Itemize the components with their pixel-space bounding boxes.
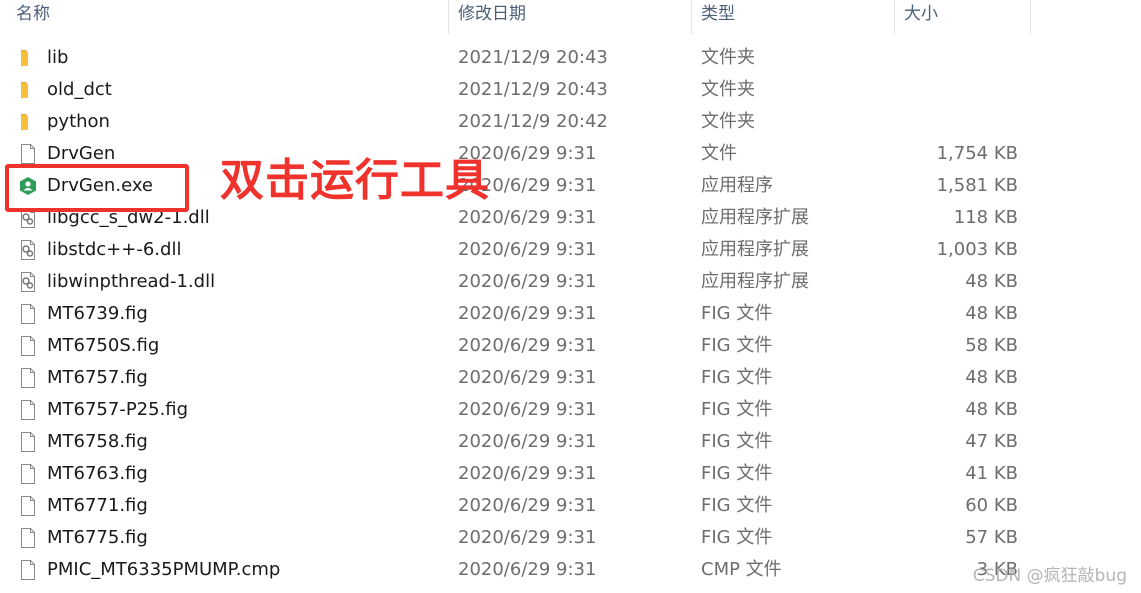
column-header-name[interactable]: 名称 [16, 0, 50, 34]
watermark: CSDN @疯狂敲bug [972, 566, 1127, 586]
file-type: 应用程序 [701, 175, 773, 196]
file-icon [18, 368, 38, 388]
file-size: 48 KB [965, 367, 1018, 388]
file-icon [18, 304, 38, 324]
file-row[interactable]: MT6757.fig 2020/6/29 9:31 FIG 文件 48 KB [0, 362, 1141, 394]
file-icon [18, 496, 38, 516]
file-row[interactable]: MT6771.fig 2020/6/29 9:31 FIG 文件 60 KB [0, 490, 1141, 522]
file-size: 58 KB [965, 335, 1018, 356]
file-name: libwinpthread-1.dll [47, 271, 216, 292]
column-header-date[interactable]: 修改日期 [458, 0, 526, 34]
file-type: 应用程序扩展 [701, 271, 809, 292]
file-type: 文件夹 [701, 79, 755, 100]
file-type: FIG 文件 [701, 431, 773, 452]
file-date: 2020/6/29 9:31 [458, 527, 597, 548]
file-size: 57 KB [965, 527, 1018, 548]
file-icon [18, 528, 38, 548]
file-type: FIG 文件 [701, 335, 773, 356]
file-size: 41 KB [965, 463, 1018, 484]
file-type: 应用程序扩展 [701, 239, 809, 260]
column-divider[interactable] [448, 0, 449, 34]
file-row[interactable]: old_dct 2021/12/9 20:43 文件夹 [0, 74, 1141, 106]
file-row[interactable]: MT6775.fig 2020/6/29 9:31 FIG 文件 57 KB [0, 522, 1141, 554]
file-type: FIG 文件 [701, 495, 773, 516]
file-type: 文件夹 [701, 111, 755, 132]
dll-icon [18, 272, 38, 292]
highlight-box [5, 164, 189, 212]
file-icon [18, 336, 38, 356]
file-type: 文件 [701, 143, 737, 164]
file-size: 118 KB [953, 207, 1018, 228]
file-size: 47 KB [965, 431, 1018, 452]
file-type: FIG 文件 [701, 367, 773, 388]
file-name: old_dct [47, 79, 112, 100]
folder-icon [18, 112, 38, 132]
file-name: libstdc++-6.dll [47, 239, 182, 260]
column-divider[interactable] [691, 0, 692, 34]
column-divider[interactable] [894, 0, 895, 34]
file-name: MT6758.fig [47, 431, 148, 452]
file-row[interactable]: python 2021/12/9 20:42 文件夹 [0, 106, 1141, 138]
file-type: FIG 文件 [701, 527, 773, 548]
file-name: MT6750S.fig [47, 335, 160, 356]
file-icon [18, 400, 38, 420]
file-name: lib [47, 47, 69, 68]
column-header: 名称 修改日期 类型 大小 [0, 0, 1141, 34]
file-icon [18, 144, 38, 164]
column-header-type[interactable]: 类型 [701, 0, 735, 34]
file-icon [18, 560, 38, 580]
file-date: 2020/6/29 9:31 [458, 495, 597, 516]
file-date: 2021/12/9 20:42 [458, 111, 608, 132]
file-type: 文件夹 [701, 47, 755, 68]
file-row[interactable]: MT6750S.fig 2020/6/29 9:31 FIG 文件 58 KB [0, 330, 1141, 362]
file-row[interactable]: lib 2021/12/9 20:43 文件夹 [0, 42, 1141, 74]
file-date: 2020/6/29 9:31 [458, 367, 597, 388]
file-name: PMIC_MT6335PMUMP.cmp [47, 559, 281, 580]
file-name: MT6757-P25.fig [47, 399, 189, 420]
file-size: 48 KB [965, 271, 1018, 292]
file-date: 2020/6/29 9:31 [458, 463, 597, 484]
file-icon [18, 432, 38, 452]
file-row[interactable]: MT6739.fig 2020/6/29 9:31 FIG 文件 48 KB [0, 298, 1141, 330]
file-size: 60 KB [965, 495, 1018, 516]
file-row[interactable]: libwinpthread-1.dll 2020/6/29 9:31 应用程序扩展 4… [0, 266, 1141, 298]
file-date: 2020/6/29 9:31 [458, 271, 597, 292]
file-name: MT6763.fig [47, 463, 148, 484]
file-size: 1,754 KB [936, 143, 1018, 164]
file-row[interactable]: MT6763.fig 2020/6/29 9:31 FIG 文件 41 KB [0, 458, 1141, 490]
file-type: 应用程序扩展 [701, 207, 809, 228]
file-date: 2020/6/29 9:31 [458, 431, 597, 452]
file-icon [18, 464, 38, 484]
file-type: FIG 文件 [701, 303, 773, 324]
file-type: CMP 文件 [701, 559, 782, 580]
file-name: MT6757.fig [47, 367, 148, 388]
annotation-text: 双击运行工具 [220, 155, 490, 206]
file-date: 2020/6/29 9:31 [458, 303, 597, 324]
file-name: MT6771.fig [47, 495, 148, 516]
dll-icon [18, 240, 38, 260]
file-size: 48 KB [965, 399, 1018, 420]
file-date: 2020/6/29 9:31 [458, 335, 597, 356]
file-date: 2021/12/9 20:43 [458, 47, 608, 68]
file-row[interactable]: MT6758.fig 2020/6/29 9:31 FIG 文件 47 KB [0, 426, 1141, 458]
file-name: python [47, 111, 110, 132]
file-name: MT6739.fig [47, 303, 148, 324]
file-date: 2020/6/29 9:31 [458, 239, 597, 260]
file-name: MT6775.fig [47, 527, 148, 548]
file-date: 2020/6/29 9:31 [458, 559, 597, 580]
folder-icon [18, 48, 38, 68]
file-size: 1,581 KB [936, 175, 1018, 196]
file-size: 48 KB [965, 303, 1018, 324]
file-size: 1,003 KB [936, 239, 1018, 260]
file-date: 2020/6/29 9:31 [458, 399, 597, 420]
file-date: 2021/12/9 20:43 [458, 79, 608, 100]
file-row[interactable]: PMIC_MT6335PMUMP.cmp 2020/6/29 9:31 CMP 文件… [0, 554, 1141, 586]
column-divider[interactable] [1030, 0, 1031, 34]
column-header-size[interactable]: 大小 [904, 0, 938, 34]
file-type: FIG 文件 [701, 463, 773, 484]
file-row[interactable]: MT6757-P25.fig 2020/6/29 9:31 FIG 文件 48 KB [0, 394, 1141, 426]
file-type: FIG 文件 [701, 399, 773, 420]
file-row[interactable]: libstdc++-6.dll 2020/6/29 9:31 应用程序扩展 1,003… [0, 234, 1141, 266]
folder-icon [18, 80, 38, 100]
